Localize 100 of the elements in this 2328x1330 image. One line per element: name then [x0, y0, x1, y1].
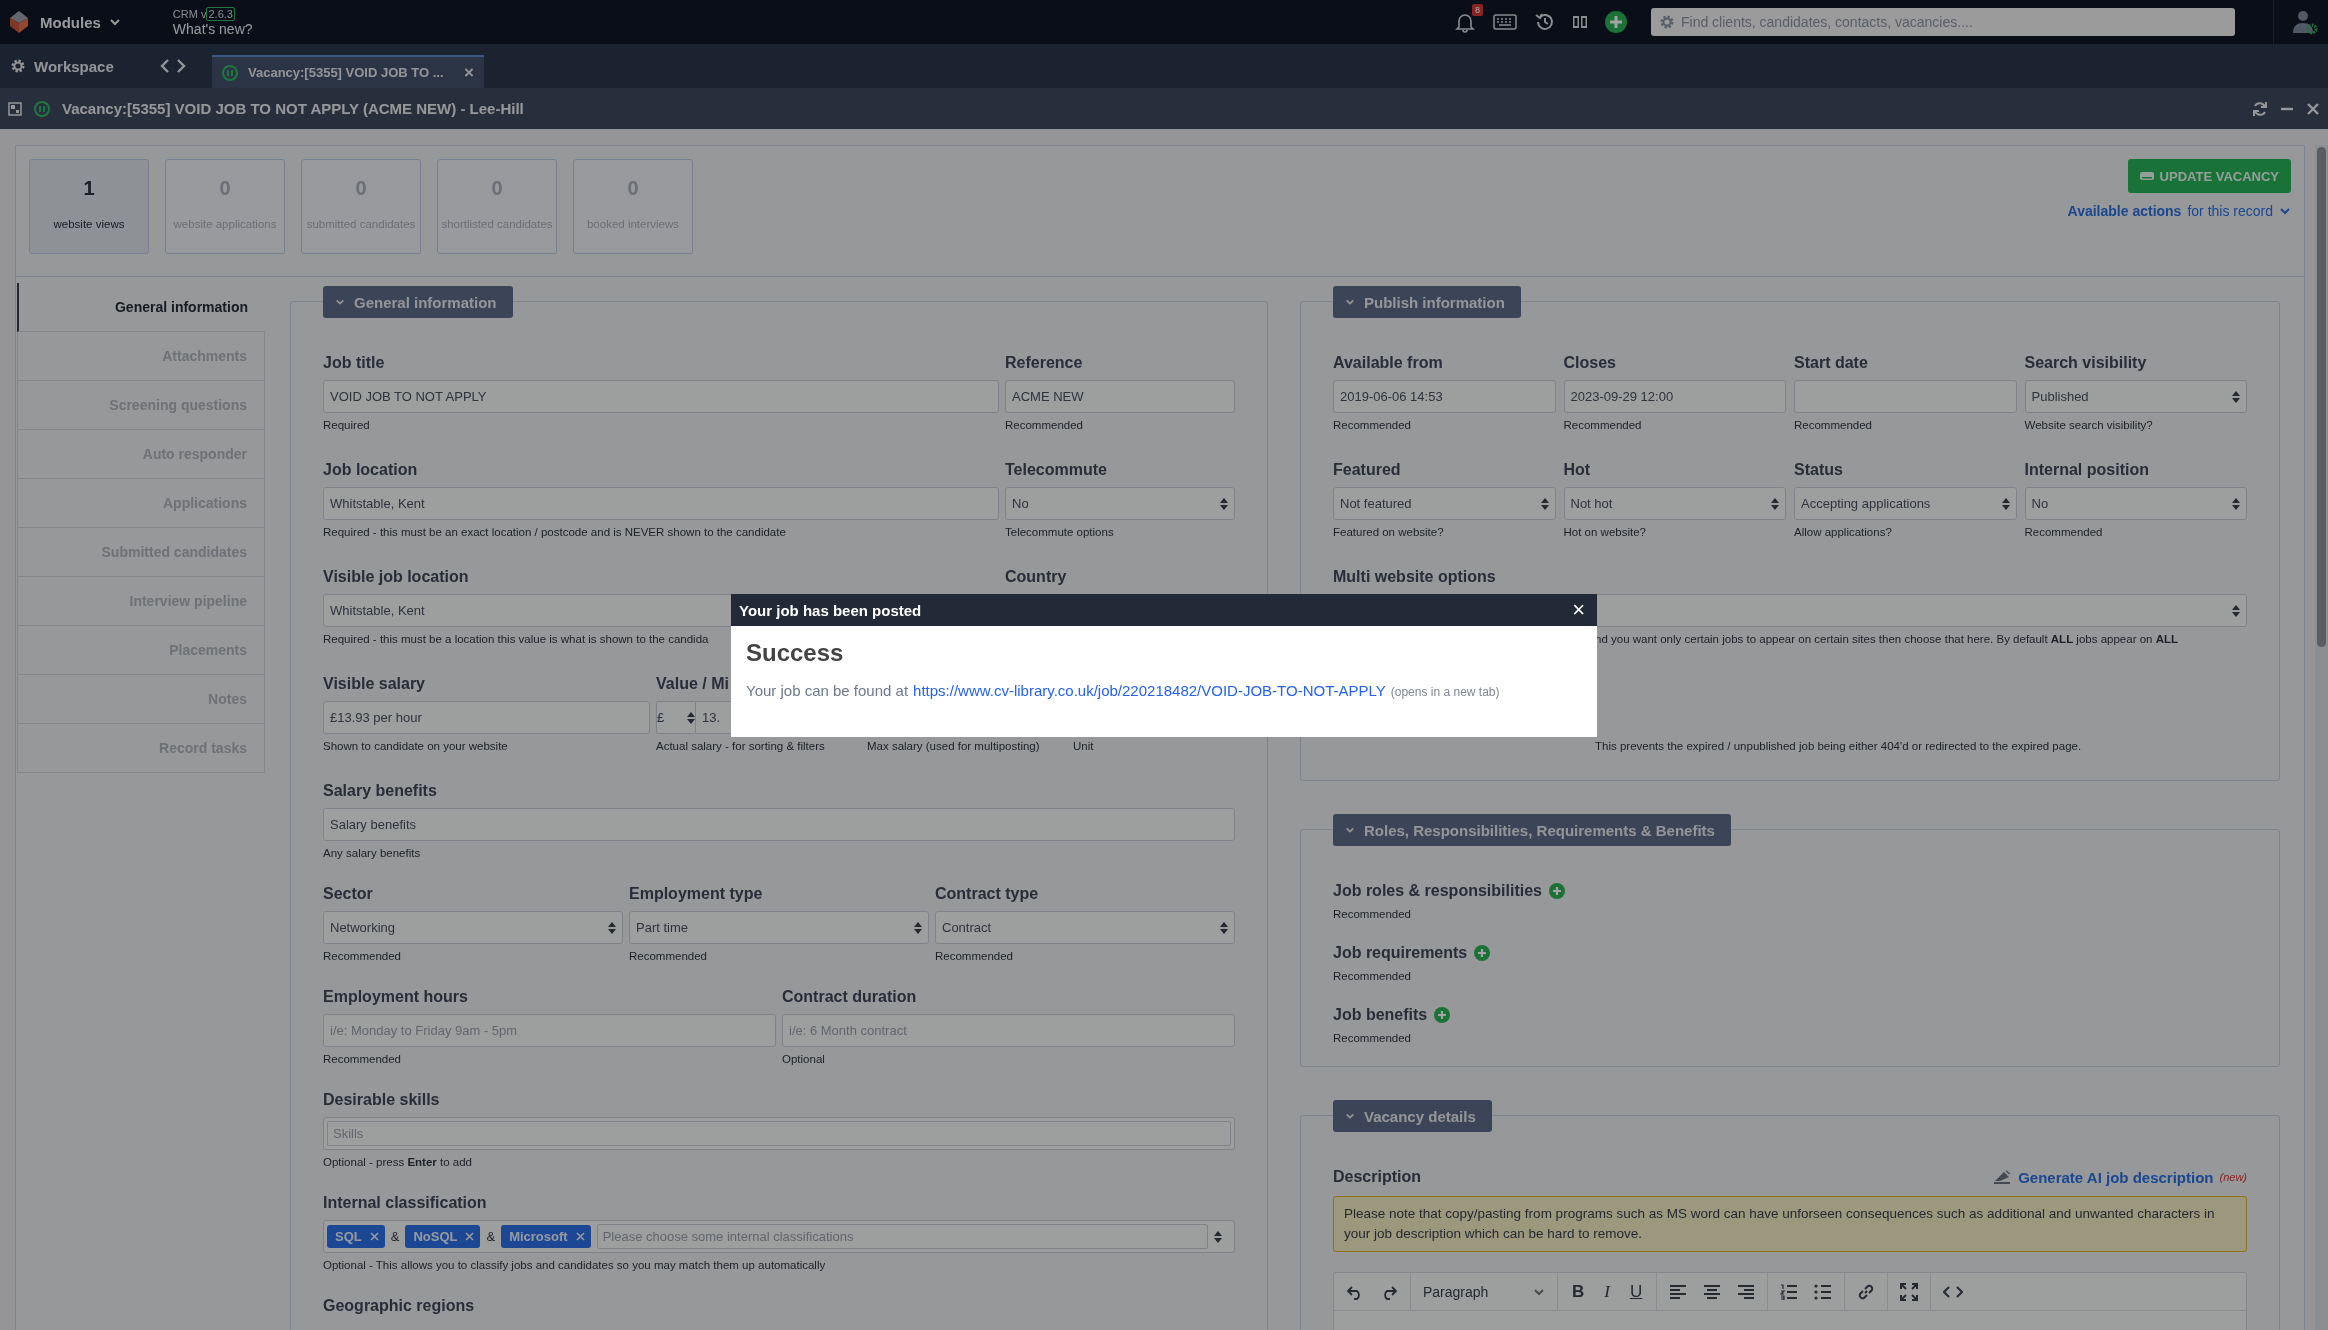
- input-field[interactable]: i/e: Monday to Friday 9am - 5pm: [323, 1014, 776, 1047]
- currency-select[interactable]: £: [656, 701, 695, 734]
- help-text: Recommended: [323, 1052, 401, 1067]
- field-label: Internal classification: [323, 1193, 487, 1213]
- select-field[interactable]: Not featured: [1333, 487, 1556, 520]
- field-label: Visible job location: [323, 567, 469, 587]
- field-label: Employment hours: [323, 987, 468, 1007]
- input-field[interactable]: £13.93 per hour: [323, 701, 650, 734]
- field-label: Available from: [1333, 353, 1443, 373]
- field-label: Visible salary: [323, 674, 425, 694]
- help-text: Actual salary - for sorting & filters: [656, 739, 825, 754]
- field-label: Search visibility: [2024, 353, 2147, 373]
- field-label: Multi website options: [1333, 567, 1496, 587]
- help-text: Recommended: [1333, 969, 1412, 984]
- input-field[interactable]: Please choose some internal classifications: [596, 1224, 1208, 1249]
- close-button[interactable]: ×: [1568, 599, 1589, 621]
- close-tab-button[interactable]: ×: [464, 62, 474, 83]
- help-text: Featured on website?: [1333, 525, 1444, 540]
- select-field[interactable]: No: [2024, 487, 2247, 520]
- select-field[interactable]: Networking: [323, 911, 623, 944]
- section-header[interactable]: Vacancy details: [1333, 1100, 1492, 1132]
- help-text: Required: [323, 418, 370, 433]
- input-field[interactable]: 2019-06-06 14:53: [1333, 380, 1556, 413]
- field-label: Geographic regions: [323, 1296, 475, 1316]
- tag-chip[interactable]: Microsoft: [501, 1225, 591, 1248]
- field-label: Job requirements: [1333, 943, 1468, 963]
- dialog-heading: Success: [746, 638, 845, 668]
- help-text: Recommended: [1794, 418, 1872, 433]
- help-text: Recommended: [2024, 525, 2103, 540]
- help-text: Recommended: [1563, 418, 1642, 433]
- select-field[interactable]: Part time: [629, 911, 929, 944]
- section-header[interactable]: Publish information: [1333, 286, 1521, 318]
- bold-button[interactable]: B: [1570, 1281, 1587, 1302]
- select-field[interactable]: No: [1005, 487, 1235, 520]
- help-text: Recommended: [323, 949, 401, 964]
- field-label: Job roles & responsibilities: [1333, 881, 1542, 901]
- message-text: Your job can be found at: [746, 682, 909, 699]
- field-label: Employment type: [629, 884, 763, 904]
- tag-chip[interactable]: SQL: [327, 1225, 385, 1248]
- underline-button[interactable]: U: [1627, 1281, 1645, 1302]
- help-text: Optional: [782, 1052, 825, 1067]
- help-text: Max salary (used for multiposting): [867, 739, 1040, 754]
- workspace-label[interactable]: Workspace: [34, 57, 114, 75]
- whats-new-link[interactable]: What's new?: [172, 22, 253, 37]
- sidebar-item[interactable]: General information: [17, 283, 265, 332]
- help-text: Optional - This allows you to classify jobs and candidates so you may match them up automatically: [323, 1258, 826, 1273]
- field-label: Status: [1794, 460, 1843, 480]
- field-label: Country: [1005, 567, 1067, 587]
- select-field[interactable]: Contract: [935, 911, 1235, 944]
- record-title: Vacancy:[5355] VOID JOB TO NOT APPLY (ACME NEW) - Lee-Hill: [62, 100, 524, 117]
- block-format-dropdown[interactable]: Paragraph: [1423, 1283, 1545, 1300]
- version-label: CRM v 2.6.3: [172, 7, 236, 22]
- job-link[interactable]: https://www.cv-library.co.uk/job/220218482/VOID-JOB-TO-NOT-APPLY: [913, 682, 1386, 699]
- field-label: Featured: [1333, 460, 1401, 480]
- workspace-tab[interactable]: Vacancy:[5355] VOID JOB TO ... ×: [212, 55, 484, 88]
- help-text: Telecommute options: [1005, 525, 1114, 540]
- field-label: Desirable skills: [323, 1090, 440, 1110]
- available-actions-link[interactable]: Available actions: [2067, 203, 2182, 219]
- help-text: Any salary benefits: [323, 846, 421, 861]
- field-label: Contract type: [935, 884, 1039, 904]
- select-field[interactable]: Published: [2024, 380, 2247, 413]
- input-field[interactable]: Whitstable, Kent: [323, 487, 999, 520]
- new-label: (new): [2219, 1171, 2247, 1183]
- help-text: Unit: [1073, 739, 1094, 754]
- input-field[interactable]: Salary benefits: [323, 808, 1235, 841]
- help-text: Hot on website?: [1563, 525, 1646, 540]
- help-text: Optional - press Enter to add: [323, 1155, 472, 1170]
- text-editor[interactable]: Paragraph B I U: [1333, 1272, 2247, 1330]
- tab-label[interactable]: Vacancy:[5355] VOID JOB TO ...: [248, 65, 455, 80]
- help-text: Website search visibility?: [2024, 418, 2153, 433]
- select-field[interactable]: Accepting applications: [1794, 487, 2017, 520]
- help-text: Shown to candidate on your website: [323, 739, 508, 754]
- section-header[interactable]: Roles, Responsibilities, Requirements & Benefits: [1333, 814, 1731, 846]
- help-text: Recommended: [935, 949, 1013, 964]
- help-text: Recommended: [1333, 907, 1412, 922]
- italic-button[interactable]: I: [1602, 1281, 1612, 1302]
- search-field[interactable]: Find clients, candidates, contacts, vacancies....: [1651, 8, 2235, 36]
- field-label: Salary benefits: [323, 781, 437, 801]
- select-field[interactable]: Not hot: [1563, 487, 1786, 520]
- field-label: Internal position: [2024, 460, 2149, 480]
- tag-chip[interactable]: NoSQL: [405, 1225, 481, 1248]
- input-field[interactable]: VOID JOB TO NOT APPLY: [323, 380, 999, 413]
- input-field[interactable]: Skills: [327, 1121, 1231, 1146]
- field-label: Contract duration: [782, 987, 917, 1007]
- field-label: Hot: [1563, 460, 1591, 480]
- help-text: This prevents the expired / unpublished job being either 404'd or redirected to the expired page.: [1594, 739, 2082, 754]
- dialog-title: Your job has been posted: [739, 601, 922, 619]
- tags-field[interactable]: SQL & NoSQL & Microsoft Please choose some internal classifications: [323, 1220, 1235, 1253]
- input-field[interactable]: 2023-09-29 12:00: [1563, 380, 1786, 413]
- field-label: Job location: [323, 460, 418, 480]
- input-field[interactable]: i/e: 6 Month contract: [782, 1014, 1235, 1047]
- field-label: Telecommute: [1005, 460, 1107, 480]
- separator-text: &: [486, 1229, 496, 1244]
- field-label: Reference: [1005, 353, 1083, 373]
- section-header[interactable]: General information: [323, 286, 513, 318]
- help-text: Required - this must be an exact location / postcode and is NEVER shown to the candidate: [323, 525, 786, 540]
- help-text: Allow applications?: [1794, 525, 1892, 540]
- input-field[interactable]: ACME NEW: [1005, 380, 1235, 413]
- modules-menu[interactable]: Modules: [40, 13, 121, 31]
- generate-ai-link[interactable]: Generate AI job description: [2018, 1168, 2214, 1186]
